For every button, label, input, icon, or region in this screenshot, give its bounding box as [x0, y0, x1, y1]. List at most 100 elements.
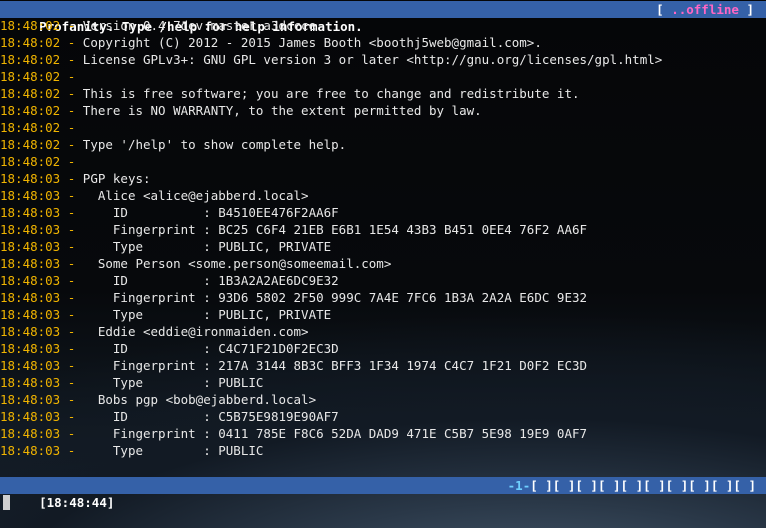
- log-separator: -: [60, 392, 83, 407]
- log-timestamp: 18:48:03: [0, 341, 61, 356]
- log-line: 18:48:03 - ID : C5B75E9819E90AF7: [0, 408, 766, 425]
- log-timestamp: 18:48:02: [0, 69, 61, 84]
- log-timestamp: 18:48:03: [0, 256, 61, 271]
- log-timestamp: 18:48:03: [0, 239, 61, 254]
- log-timestamp: 18:48:03: [0, 443, 61, 458]
- log-timestamp: 18:48:02: [0, 137, 61, 152]
- log-timestamp: 18:48:03: [0, 307, 61, 322]
- log-separator: -: [60, 52, 83, 67]
- log-line: 18:48:03 - Fingerprint : BC25 C6F4 21EB …: [0, 221, 766, 238]
- terminal-window: Profanity. Type /help for help informati…: [0, 0, 766, 528]
- log-message: This is free software; you are free to c…: [82, 86, 580, 101]
- connection-status: [ ..offline ]: [656, 1, 754, 18]
- log-separator: -: [60, 171, 83, 186]
- log-separator: -: [60, 205, 83, 220]
- log-line: 18:48:03 - PGP keys:: [0, 170, 766, 187]
- log-line: 18:48:03 - ID : 1B3A2A2AE6DC9E32: [0, 272, 766, 289]
- log-line: 18:48:03 - Some Person <some.person@some…: [0, 255, 766, 272]
- window-tabs-list[interactable]: [ ][ ][ ][ ][ ][ ][ ][ ][ ][ ]: [530, 478, 756, 493]
- log-line: 18:48:03 - ID : B4510EE476F2AA6F: [0, 204, 766, 221]
- log-timestamp: 18:48:03: [0, 375, 61, 390]
- title-bar: Profanity. Type /help for help informati…: [0, 1, 766, 34]
- log-line: 18:48:03 - Type : PUBLIC: [0, 374, 766, 391]
- log-message: Fingerprint : 93D6 5802 2F50 999C 7A4E 7…: [82, 290, 588, 305]
- log-message: Type : PUBLIC, PRIVATE: [82, 239, 332, 254]
- log-separator: -: [60, 137, 83, 152]
- log-line: 18:48:02 - Copyright (C) 2012 - 2015 Jam…: [0, 34, 766, 51]
- log-separator: -: [60, 120, 83, 135]
- log-separator: -: [60, 256, 83, 271]
- log-line: 18:48:03 - Type : PUBLIC, PRIVATE: [0, 238, 766, 255]
- log-message: Type : PUBLIC: [82, 375, 264, 390]
- log-separator: -: [60, 307, 83, 322]
- log-message: ID : 1B3A2A2AE6DC9E32: [82, 273, 339, 288]
- log-timestamp: 18:48:03: [0, 171, 61, 186]
- connection-status-open: [: [656, 2, 672, 17]
- log-line: 18:48:02 -: [0, 119, 766, 136]
- connection-status-text: ..offline: [671, 2, 739, 17]
- log-message: Version 0.4.7dev.master.a3dccce: [82, 18, 317, 33]
- log-separator: -: [60, 103, 83, 118]
- log-line: 18:48:02 -: [0, 68, 766, 85]
- log-separator: -: [60, 443, 83, 458]
- log-line: 18:48:03 - Eddie <eddie@ironmaiden.com>: [0, 323, 766, 340]
- log-timestamp: 18:48:02: [0, 103, 61, 118]
- window-tab-active[interactable]: -1-: [508, 478, 531, 493]
- log-timestamp: 18:48:02: [0, 154, 61, 169]
- log-timestamp: 18:48:02: [0, 86, 61, 101]
- log-timestamp: 18:48:03: [0, 358, 61, 373]
- log-line: 18:48:03 - Bobs pgp <bob@ejabberd.local>: [0, 391, 766, 408]
- log-timestamp: 18:48:03: [0, 324, 61, 339]
- log-message: Fingerprint : BC25 C6F4 21EB E6B1 1E54 4…: [82, 222, 588, 237]
- log-line: 18:48:03 - ID : C4C71F21D0F2EC3D: [0, 340, 766, 357]
- log-separator: -: [60, 69, 83, 84]
- log-message: ID : B4510EE476F2AA6F: [82, 205, 339, 220]
- log-line: 18:48:03 - Type : PUBLIC: [0, 442, 766, 459]
- log-timestamp: 18:48:02: [0, 52, 61, 67]
- window-tabs: -1-[ ][ ][ ][ ][ ][ ][ ][ ][ ][ ]: [508, 477, 756, 494]
- log-line: 18:48:03 - Type : PUBLIC, PRIVATE: [0, 306, 766, 323]
- log-separator: -: [60, 273, 83, 288]
- log-message: PGP keys:: [82, 171, 151, 186]
- log-separator: -: [60, 375, 83, 390]
- log-message: Bobs pgp <bob@ejabberd.local>: [82, 392, 317, 407]
- log-message: Type : PUBLIC: [82, 443, 264, 458]
- log-line: 18:48:02 - License GPLv3+: GNU GPL versi…: [0, 51, 766, 68]
- log-timestamp: 18:48:02: [0, 35, 61, 50]
- log-message: Alice <alice@ejabberd.local>: [82, 188, 309, 203]
- log-separator: -: [60, 409, 83, 424]
- log-line: 18:48:02 - Version 0.4.7dev.master.a3dcc…: [0, 17, 766, 34]
- log-message: Type : PUBLIC, PRIVATE: [82, 307, 332, 322]
- log-timestamp: 18:48:03: [0, 392, 61, 407]
- log-separator: -: [60, 239, 83, 254]
- log-timestamp: 18:48:03: [0, 222, 61, 237]
- log-separator: -: [60, 290, 83, 305]
- log-line: 18:48:02 - There is NO WARRANTY, to the …: [0, 102, 766, 119]
- log-timestamp: 18:48:03: [0, 409, 61, 424]
- log-line: 18:48:02 - This is free software; you ar…: [0, 85, 766, 102]
- log-line: 18:48:02 - Type '/help' to show complete…: [0, 136, 766, 153]
- log-line: 18:48:02 -: [0, 153, 766, 170]
- log-separator: -: [60, 324, 83, 339]
- text-cursor: [3, 495, 10, 510]
- command-input[interactable]: [0, 494, 766, 514]
- log-separator: -: [60, 222, 83, 237]
- log-timestamp: 18:48:03: [0, 188, 61, 203]
- log-message: Fingerprint : 0411 785E F8C6 52DA DAD9 4…: [82, 426, 588, 441]
- log-message: Type '/help' to show complete help.: [82, 137, 347, 152]
- log-separator: -: [60, 86, 83, 101]
- log-timestamp: 18:48:03: [0, 426, 61, 441]
- log-separator: -: [60, 18, 83, 33]
- log-timestamp: 18:48:03: [0, 205, 61, 220]
- log-line: 18:48:03 - Fingerprint : 0411 785E F8C6 …: [0, 425, 766, 442]
- log-message: Some Person <some.person@someemail.com>: [82, 256, 392, 271]
- status-bar: [18:48:44] -1-[ ][ ][ ][ ][ ][ ][ ][ ][ …: [0, 477, 766, 510]
- log-separator: -: [60, 154, 83, 169]
- log-message: ID : C5B75E9819E90AF7: [82, 409, 339, 424]
- log-timestamp: 18:48:02: [0, 18, 61, 33]
- log-separator: -: [60, 358, 83, 373]
- log-timestamp: 18:48:03: [0, 273, 61, 288]
- log-message: License GPLv3+: GNU GPL version 3 or lat…: [82, 52, 663, 67]
- console-log[interactable]: 18:48:02 - Version 0.4.7dev.master.a3dcc…: [0, 17, 766, 459]
- log-message: There is NO WARRANTY, to the extent perm…: [82, 103, 482, 118]
